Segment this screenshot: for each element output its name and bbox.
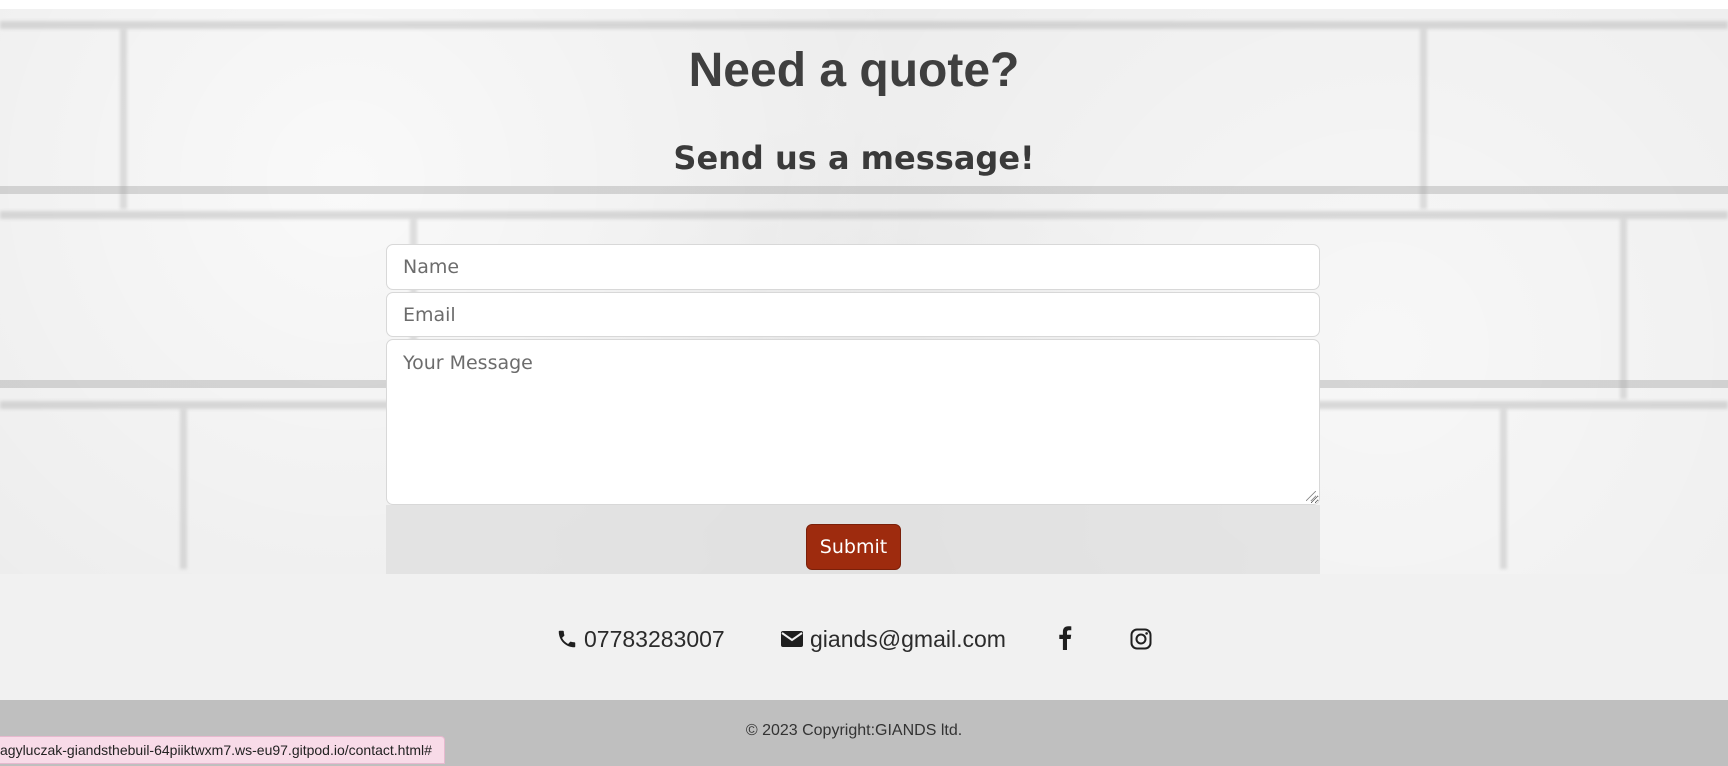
submit-button[interactable]: Submit (806, 524, 901, 570)
contact-info-bar: 07783283007 giands@gmail.com (0, 574, 1728, 700)
email-field[interactable] (386, 292, 1320, 337)
phone-number: 07783283007 (584, 625, 725, 652)
brick-mortar (1500, 409, 1507, 569)
name-field[interactable] (386, 244, 1320, 290)
instagram-icon[interactable] (1130, 628, 1152, 655)
resize-handle-icon[interactable] (1306, 491, 1316, 501)
brick-mortar (0, 211, 1728, 219)
email-address: giands@gmail.com (810, 625, 1006, 652)
brick-mortar (1620, 219, 1627, 399)
phone-icon (556, 628, 578, 650)
message-field[interactable] (386, 339, 1320, 505)
quote-section: Need a quote? Send us a message! Submit (0, 9, 1728, 574)
browser-status-url: agyluczak-giandsthebuil-64piiktwxm7.ws-e… (0, 736, 445, 764)
contact-form: Submit (386, 235, 1320, 574)
brick-mortar (180, 409, 187, 569)
facebook-icon[interactable] (1058, 626, 1072, 655)
email-link[interactable]: giands@gmail.com (780, 623, 1006, 655)
page-title: Need a quote? (688, 44, 1020, 97)
phone-link[interactable]: 07783283007 (556, 623, 725, 655)
brick-mortar (0, 21, 1728, 29)
contact-page: Need a quote? Send us a message! Submit … (0, 0, 1728, 766)
envelope-icon (780, 629, 804, 649)
page-subtitle: Send us a message! (673, 139, 1035, 177)
